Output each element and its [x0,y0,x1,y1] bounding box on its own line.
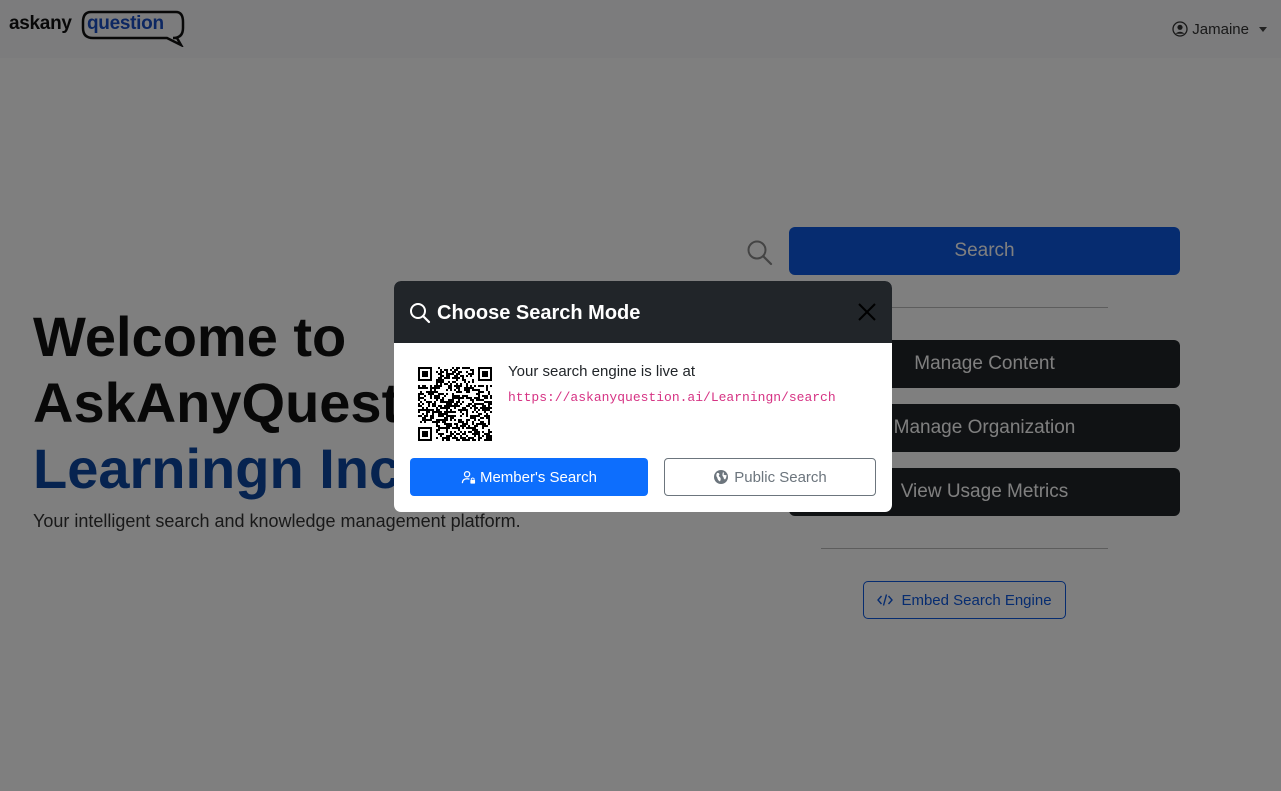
public-search-button[interactable]: Public Search [664,458,876,496]
search-icon [410,303,431,324]
modal-header: Choose Search Mode [394,281,892,343]
members-search-button[interactable]: Member's Search [410,458,648,496]
live-status-text: Your search engine is live at [508,363,696,380]
search-engine-url[interactable]: https://askanyquestion.ai/Learningn/sear… [508,390,836,405]
members-search-label: Member's Search [479,468,598,486]
close-icon[interactable] [856,301,878,323]
modal-title: Choose Search Mode [437,302,641,324]
page: askany question Jamaine Welcome to AskAn… [0,0,1281,791]
search-mode-modal: Choose Search Mode Your search engine is… [394,281,892,512]
user-lock-icon [461,470,476,484]
public-search-label: Public Search [734,468,827,486]
qr-code [418,367,492,441]
globe-icon [714,470,729,484]
